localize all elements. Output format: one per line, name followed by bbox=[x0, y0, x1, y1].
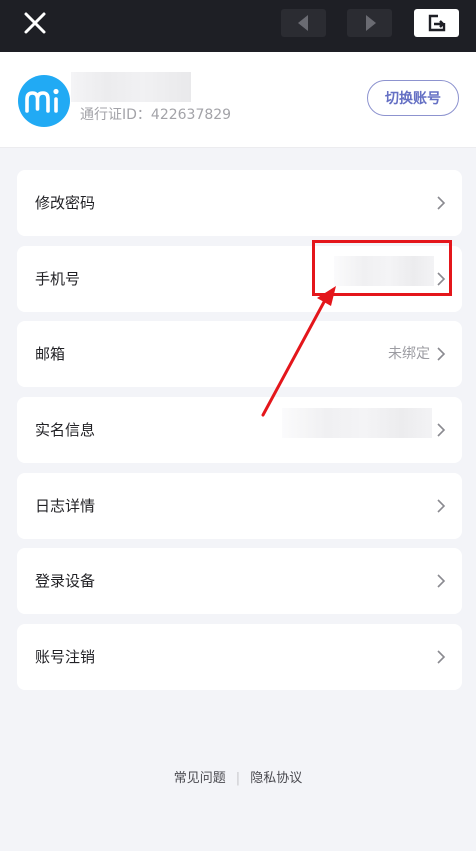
menu-item-delete-account[interactable]: 账号注销 bbox=[17, 624, 462, 690]
avatar: mi bbox=[18, 75, 70, 127]
top-bar bbox=[0, 0, 476, 52]
back-button[interactable] bbox=[281, 9, 326, 37]
chevron-right-icon bbox=[437, 423, 446, 437]
menu-item-phone[interactable]: 手机号 bbox=[17, 246, 462, 312]
menu-item-login-devices[interactable]: 登录设备 bbox=[17, 548, 462, 614]
faq-link[interactable]: 常见问题 bbox=[174, 771, 226, 786]
menu-item-label: 修改密码 bbox=[35, 194, 96, 212]
menu-item-real-name[interactable]: 实名信息 bbox=[17, 397, 462, 463]
triangle-left-icon bbox=[297, 15, 308, 31]
open-external-button[interactable] bbox=[414, 9, 459, 37]
chevron-right-icon bbox=[437, 272, 446, 286]
menu-item-label: 登录设备 bbox=[35, 572, 96, 590]
chevron-right-icon bbox=[437, 574, 446, 588]
menu-item-label: 日志详情 bbox=[35, 497, 96, 515]
menu-item-change-password[interactable]: 修改密码 bbox=[17, 170, 462, 236]
passport-id: 通行证ID：422637829 bbox=[80, 107, 232, 123]
real-name-redacted bbox=[282, 408, 432, 438]
close-icon[interactable] bbox=[20, 9, 50, 39]
chevron-right-icon bbox=[437, 499, 446, 513]
footer-links: 常见问题 | 隐私协议 bbox=[0, 767, 476, 786]
username-redacted bbox=[71, 72, 191, 102]
menu-item-label: 邮箱 bbox=[35, 345, 66, 363]
open-external-icon bbox=[428, 14, 445, 32]
phone-number-redacted bbox=[334, 256, 434, 286]
menu-item-log-details[interactable]: 日志详情 bbox=[17, 473, 462, 539]
triangle-right-icon bbox=[365, 15, 376, 31]
account-header: mi 通行证ID：422637829 切换账号 bbox=[0, 52, 476, 148]
email-status: 未绑定 bbox=[388, 346, 430, 362]
switch-account-button[interactable]: 切换账号 bbox=[367, 80, 459, 116]
menu-item-label: 手机号 bbox=[35, 270, 81, 288]
forward-button[interactable] bbox=[347, 9, 392, 37]
menu-item-label: 账号注销 bbox=[35, 648, 96, 666]
menu-item-email[interactable]: 邮箱 未绑定 bbox=[17, 321, 462, 387]
chevron-right-icon bbox=[437, 650, 446, 664]
privacy-link[interactable]: 隐私协议 bbox=[250, 771, 302, 786]
chevron-right-icon bbox=[437, 196, 446, 210]
menu-item-label: 实名信息 bbox=[35, 421, 96, 439]
footer-separator: | bbox=[235, 771, 241, 786]
chevron-right-icon bbox=[437, 347, 446, 361]
